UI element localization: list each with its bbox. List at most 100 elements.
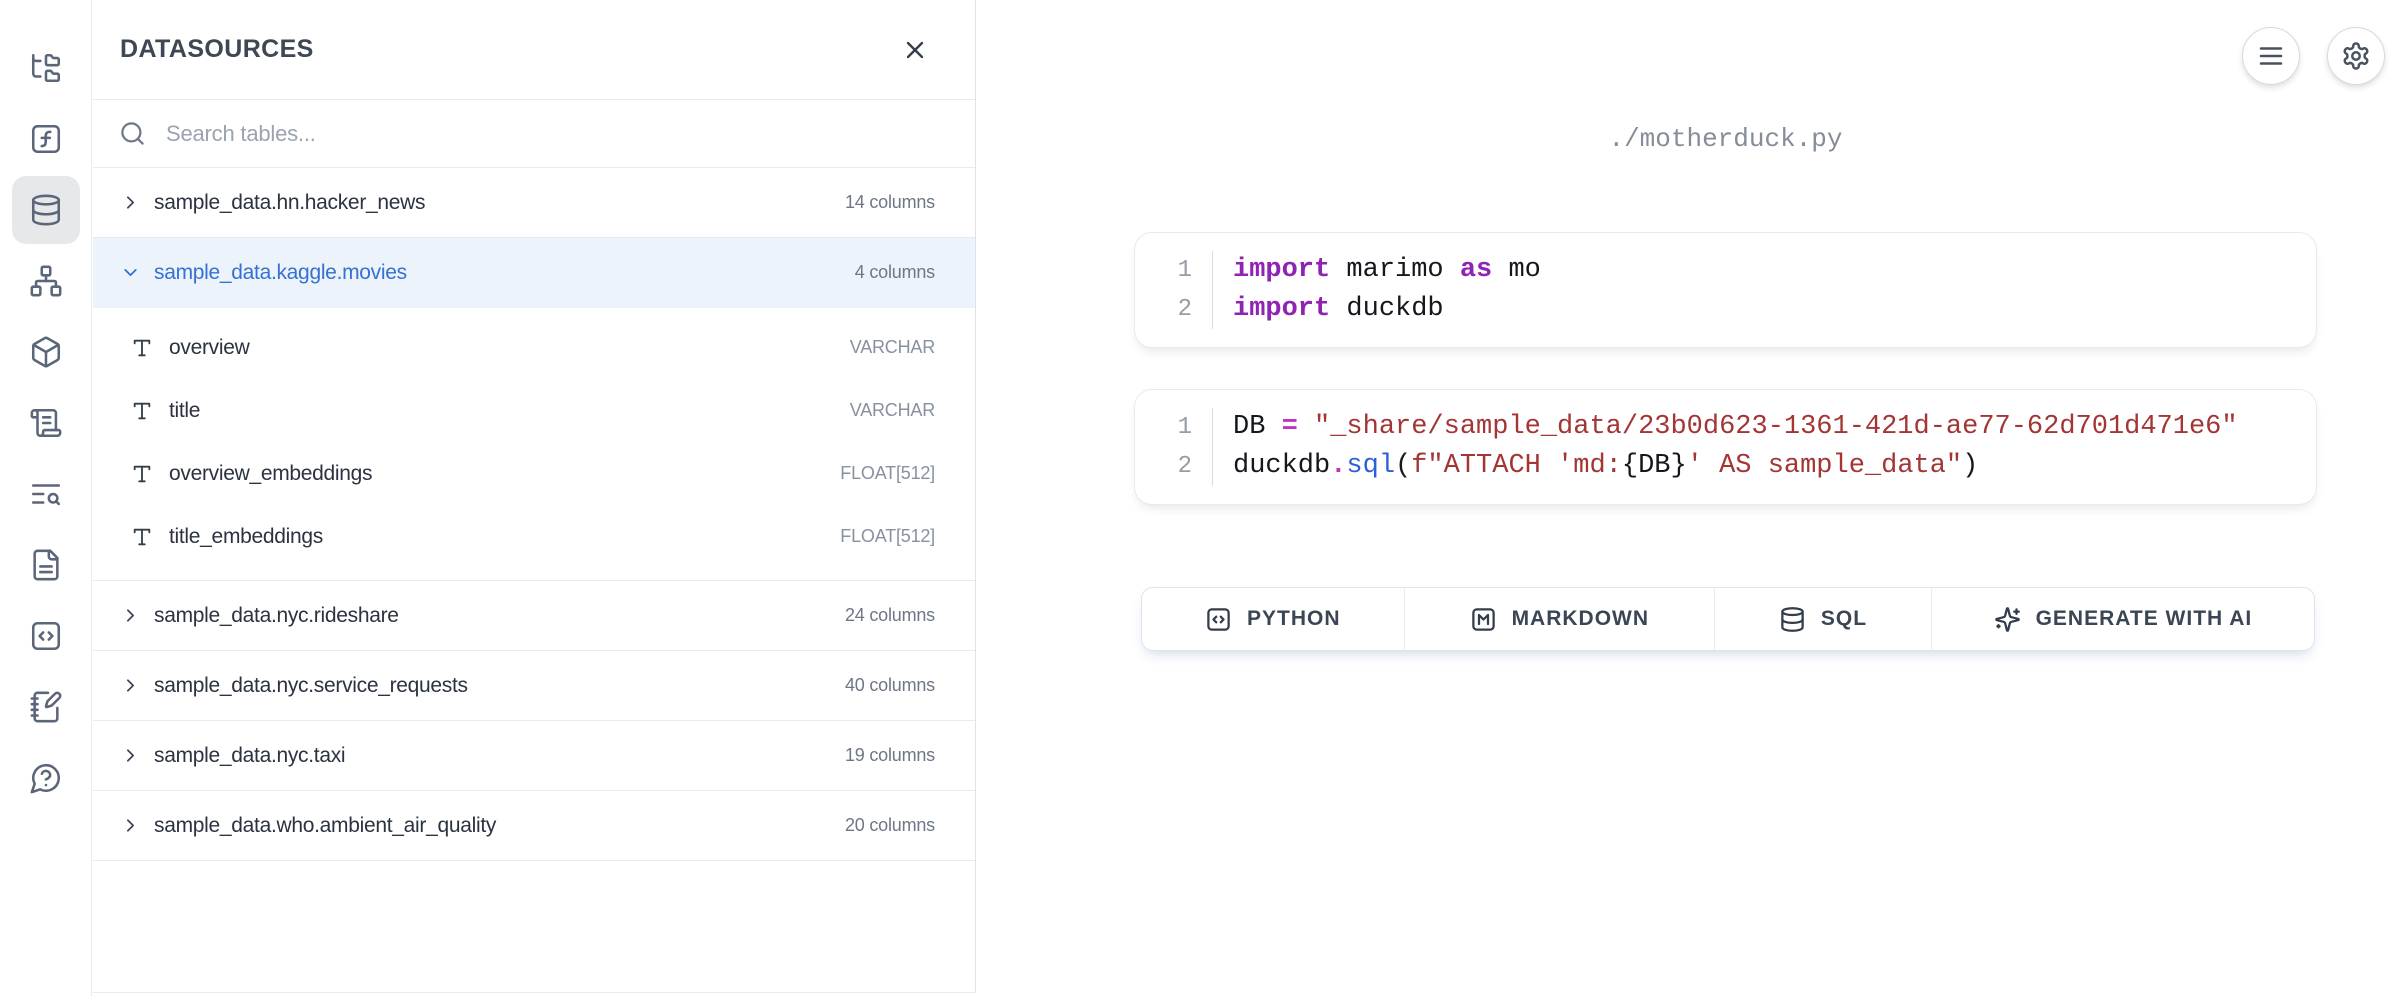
column-name: overview [169,336,249,360]
settings-button[interactable] [2327,27,2385,85]
line-number: 1 [1178,408,1192,447]
sidebar-box-button[interactable] [12,318,80,386]
type-icon [131,463,153,485]
code-editor[interactable]: DB = "_share/sample_data/23b0d623-1361-4… [1213,408,2238,486]
app-root: DATASOURCES sample_data.hn.hacker_news14… [0,0,2399,996]
sidebar-square-code-button[interactable] [12,602,80,670]
square-code-icon [29,619,63,653]
column-type: FLOAT[512] [840,463,935,484]
type-icon [131,526,153,548]
chevron-right-icon [120,605,141,626]
chevron-right-icon [120,192,141,213]
type-icon [131,337,153,359]
box-icon [29,335,63,369]
type-icon [131,463,153,485]
add-cell-sql-button[interactable]: SQL [1715,588,1932,650]
type-icon [131,400,153,422]
table-row[interactable]: sample_data.nyc.rideshare24 columns [93,581,975,651]
file-text-icon [29,548,63,582]
chevron-right-icon [120,675,141,696]
code-cell[interactable]: 12 DB = "_share/sample_data/23b0d623-1361… [1134,389,2317,505]
notebook-pen-icon [29,690,63,724]
menu-button[interactable] [2242,27,2300,85]
column-name: overview_embeddings [169,462,372,486]
sidebar-file-text-button[interactable] [12,531,80,599]
table-columns-count: 14 columns [845,192,935,213]
table-columns-count: 20 columns [845,815,935,836]
panel-header: DATASOURCES [93,0,975,100]
table-columns-count: 19 columns [845,745,935,766]
type-icon [131,337,153,359]
add-cell-markdown-button[interactable]: MARKDOWN [1405,588,1716,650]
line-number: 2 [1178,447,1192,486]
close-panel-button[interactable] [901,36,929,64]
column-row[interactable]: titleVARCHAR [93,379,975,442]
add-cell-button-label: PYTHON [1247,607,1341,631]
code-line: import marimo as mo [1233,251,1541,290]
chevron-right-icon [120,675,141,696]
code-line: DB = "_share/sample_data/23b0d623-1361-4… [1233,408,2238,447]
column-row[interactable]: title_embeddings FLOAT[512] [93,505,975,568]
sidebar-database-button[interactable] [12,176,80,244]
search-tables-input[interactable] [166,121,935,147]
chevron-right-icon [120,745,141,766]
topbar-actions [2242,27,2385,85]
chevron-down-icon [120,262,141,283]
table-row[interactable]: sample_data.kaggle.movies 4 columns [93,238,975,308]
add-cell-generate-with-ai-button[interactable]: GENERATE WITH AI [1932,588,2314,650]
folder-tree-icon [29,51,63,85]
add-cell-button-label: SQL [1821,607,1867,631]
table-name: sample_data.kaggle.movies [154,261,407,285]
chevron-down-icon [120,262,141,283]
sidebar-message-question-button[interactable] [12,744,80,812]
sidebar-notebook-pen-button[interactable] [12,673,80,741]
code-line: duckdb.sql(f"ATTACH 'md:{DB}' AS sample_… [1233,447,2238,486]
column-name: title_embeddings [169,525,323,549]
add-cell-button-label: MARKDOWN [1512,607,1649,631]
code-cell[interactable]: 12import marimo as moimport duckdb [1134,232,2317,348]
table-name: sample_data.nyc.rideshare [154,604,399,628]
sidebar-function-square-button[interactable] [12,105,80,173]
search-row [93,100,975,168]
activity-sidebar [0,0,92,996]
add-cell-button-label: GENERATE WITH AI [2036,607,2253,631]
chevron-right-icon [120,815,141,836]
chevron-right-icon [120,745,141,766]
close-icon [901,36,929,64]
column-row[interactable]: overview VARCHAR [93,316,975,379]
table-row[interactable]: sample_data.nyc.service_requests40 colum… [93,651,975,721]
function-square-icon [29,122,63,156]
chevron-right-icon [120,192,141,213]
table-columns-group: overviewVARCHARtitleVARCHARoverview_embe… [93,308,975,581]
column-type: VARCHAR [850,337,935,358]
search-icon [119,120,146,147]
line-numbers: 12 [1135,251,1213,329]
settings-icon [2341,41,2371,71]
menu-icon [2256,41,2286,71]
sparkles-icon [1994,606,2021,633]
panel-title: DATASOURCES [120,35,314,64]
table-row[interactable]: sample_data.who.ambient_air_quality 20 co… [93,791,975,861]
chevron-right-icon [120,605,141,626]
column-row[interactable]: overview_embeddings FLOAT[512] [93,442,975,505]
notebook-filename[interactable]: ./motherduck.py [1134,124,2317,154]
add-cell-bar: PYTHON MARKDOWN SQL GENERATE WITH AI [1141,587,2315,651]
sidebar-scroll-text-button[interactable] [12,389,80,457]
table-row[interactable]: sample_data.nyc.taxi19 columns [93,721,975,791]
code-editor[interactable]: import marimo as moimport duckdb [1213,251,1541,329]
table-row[interactable]: sample_data.hn.hacker_news14 columns [93,168,975,238]
sidebar-network-button[interactable] [12,247,80,315]
message-question-icon [29,761,63,795]
add-cell-python-button[interactable]: PYTHON [1142,588,1405,650]
network-icon [29,264,63,298]
chevron-right-icon [120,815,141,836]
table-columns-count: 4 columns [855,262,935,283]
table-name: sample_data.who.ambient_air_quality [154,814,496,838]
sidebar-folder-tree-button[interactable] [12,34,80,102]
table-columns-count: 40 columns [845,675,935,696]
sidebar-text-search-button[interactable] [12,460,80,528]
column-type: FLOAT[512] [840,526,935,547]
square-m-icon [1470,606,1497,633]
column-type: VARCHAR [850,400,935,421]
type-icon [131,400,153,422]
